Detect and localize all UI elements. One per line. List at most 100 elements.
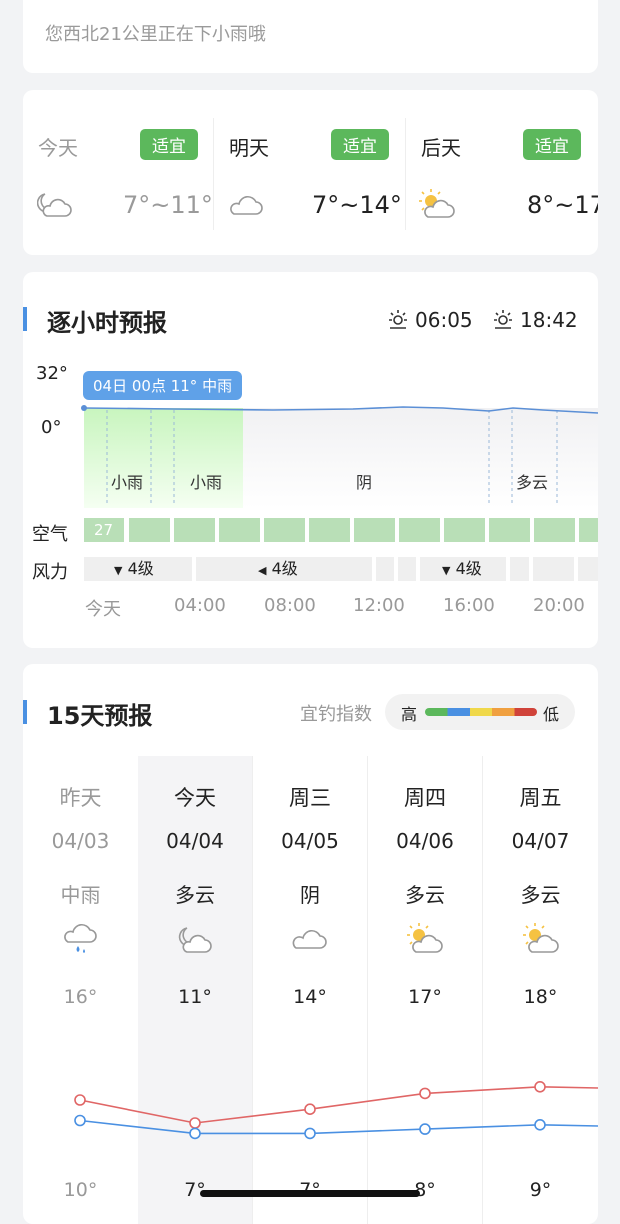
day-name: 周五 <box>519 786 562 810</box>
weather-label: 阴 <box>356 473 373 492</box>
suitability-badge: 适宜 <box>331 129 389 160</box>
forecast15-card: 15天预报 宜钓指数 高 低 昨天 04/03 中雨 16° 今天 04/04 … <box>23 664 598 1224</box>
wind-direction-icon: ▼ <box>442 564 451 577</box>
wind-label: 风力 <box>32 562 68 583</box>
day-label: 今天 <box>38 136 78 160</box>
low_val-temp-line <box>79 1119 598 1135</box>
high_val-temp-line <box>79 1085 598 1124</box>
day-date: 04/07 <box>511 829 570 853</box>
aq-cell[interactable] <box>444 518 485 542</box>
time-label: 今天 <box>85 599 121 620</box>
wind-value: 4级 <box>127 559 154 578</box>
aq-cell[interactable] <box>174 518 215 542</box>
aq-cell[interactable] <box>489 518 530 542</box>
rain-icon <box>63 924 97 953</box>
hourly-tooltip: 04日 00点 11° 中雨 <box>83 371 243 400</box>
low_val-temp-point <box>304 1127 316 1140</box>
day-name: 周四 <box>404 786 446 810</box>
wind-cell[interactable] <box>510 557 529 581</box>
forecast-day-wed[interactable]: 周三 04/05 阴 14° <box>253 782 367 1008</box>
day-weather: 多云 <box>405 883 445 907</box>
day-low: 10° <box>63 1179 98 1201</box>
weather-label: 多云 <box>516 473 549 492</box>
high_val-temp-point <box>534 1080 546 1093</box>
aq-cell[interactable] <box>579 518 598 542</box>
aq-cell[interactable] <box>354 518 395 542</box>
low_val-temp-point <box>419 1123 431 1135</box>
wind-cell[interactable] <box>398 557 416 581</box>
day-high: 11° <box>178 986 212 1008</box>
aq-cell[interactable] <box>219 518 260 542</box>
forecast-day-fri[interactable]: 周五 04/07 多云 18° <box>483 782 598 1008</box>
partly-cloudy-night-icon <box>37 193 72 217</box>
three-day-card: 今天 适宜 7°~11° 明天 适宜 7°~14° 后天 适宜 8°~17° <box>23 90 598 255</box>
day-name: 今天 <box>174 786 216 810</box>
aq-cell[interactable] <box>264 518 305 542</box>
fishing-index-legend[interactable]: 高 低 <box>385 694 575 730</box>
temperature-chart <box>74 1080 598 1140</box>
partly-sunny-icon <box>407 923 443 953</box>
wind-cell[interactable]: ▼ 4级 <box>84 557 192 581</box>
suitability-badge: 适宜 <box>523 129 581 160</box>
aq-cell[interactable] <box>309 518 350 542</box>
weather-label: 小雨 <box>190 473 223 492</box>
time-label: 04:00 <box>174 595 226 616</box>
forecast-day-yesterday[interactable]: 昨天 04/03 中雨 16° <box>23 782 138 1008</box>
aq-cell[interactable]: 27 <box>84 518 124 542</box>
day-weather: 中雨 <box>60 883 101 907</box>
wind-cell[interactable]: ◀ 4级 <box>196 557 372 581</box>
day-high: 16° <box>63 986 98 1008</box>
day-name: 昨天 <box>59 786 102 810</box>
day-today[interactable]: 今天 适宜 7°~11° <box>23 90 213 255</box>
wind-cell[interactable] <box>376 557 394 581</box>
day-date: 04/04 <box>166 829 224 853</box>
alert-text: 您西北21公里正在下小雨哦 <box>45 24 266 45</box>
day-label: 后天 <box>421 136 461 160</box>
temp-range: 7°~14° <box>312 191 402 219</box>
partly-sunny-icon <box>522 923 559 953</box>
low_val-temp-point <box>189 1127 201 1140</box>
legend-high: 高 <box>401 705 418 724</box>
wind-direction-icon: ▼ <box>114 564 123 577</box>
cloud-icon <box>230 196 263 215</box>
hourly-chart <box>81 405 598 508</box>
day-low: 9° <box>529 1179 552 1201</box>
legend-gradient <box>425 708 537 716</box>
forecast-day-thu[interactable]: 周四 04/06 多云 17° <box>368 782 482 1008</box>
low_val-temp-point <box>534 1118 546 1131</box>
day-name: 周三 <box>289 786 331 810</box>
day-after-tomorrow[interactable]: 后天 适宜 8°~17° <box>406 90 598 255</box>
day-label: 明天 <box>229 136 269 160</box>
day-date: 04/05 <box>281 829 339 853</box>
day-weather: 多云 <box>175 883 215 907</box>
aq-cell[interactable] <box>129 518 170 542</box>
aq-cell[interactable] <box>534 518 575 542</box>
low_val-temp-point <box>74 1114 86 1127</box>
day-high: 17° <box>408 986 442 1008</box>
section-marker <box>23 700 27 724</box>
wind-value: 4级 <box>455 559 482 578</box>
partly-sunny-icon <box>419 189 455 218</box>
partly-cloudy-night-icon <box>178 927 212 953</box>
forecast-day-today[interactable]: 今天 04/04 多云 11° <box>138 782 252 1008</box>
wind-cell[interactable]: ▼ 4级 <box>420 557 506 581</box>
high_val-temp-point <box>74 1094 86 1106</box>
legend-low: 低 <box>543 705 560 724</box>
high_val-temp-point <box>419 1087 431 1100</box>
wind-cell[interactable] <box>578 557 598 581</box>
aq-cell[interactable] <box>399 518 440 542</box>
day-tomorrow[interactable]: 明天 适宜 7°~14° <box>214 90 404 255</box>
time-label: 12:00 <box>353 595 405 616</box>
wind-cell[interactable] <box>533 557 574 581</box>
alert-card[interactable]: 您西北21公里正在下小雨哦 <box>23 0 598 73</box>
wind-direction-icon: ◀ <box>258 564 267 577</box>
day-weather: 多云 <box>520 883 561 907</box>
home-indicator[interactable] <box>200 1190 420 1197</box>
day-date: 04/03 <box>51 829 110 853</box>
time-label: 16:00 <box>443 595 495 616</box>
hourly-card: 逐小时预报 06:05 18:42 32° 0° 04日 00点 11° 中雨 <box>23 272 598 648</box>
high_val-temp-point <box>304 1103 316 1116</box>
weather-label: 小雨 <box>111 473 144 492</box>
time-label: 20:00 <box>533 595 585 616</box>
cloud-icon <box>292 930 327 949</box>
